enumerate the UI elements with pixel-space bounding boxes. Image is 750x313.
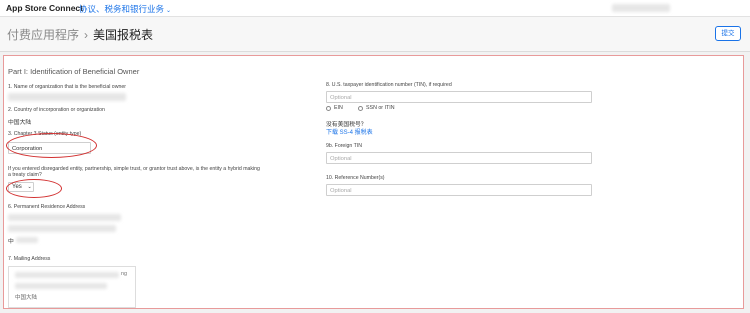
mailing-address-label: 7. Mailing Address: [8, 256, 51, 262]
permanent-address-fragment: 中: [8, 239, 14, 245]
app-brand[interactable]: App Store Connect: [6, 3, 83, 13]
part-title: Part I: Identification of Beneficial Own…: [8, 67, 140, 76]
redacted-org-name: [8, 93, 126, 101]
reference-input[interactable]: Optional: [326, 184, 592, 196]
tax-form-panel: Part I: Identification of Beneficial Own…: [3, 55, 744, 309]
chapter3-label: 3. Chapter 3 Status (entity type): [8, 131, 82, 137]
foreign-tin-label: 9b. Foreign TIN: [326, 143, 362, 149]
tin-label: 8. U.S. taxpayer identification number (…: [326, 82, 452, 88]
breadcrumb: 付费应用程序 › 美国报税表: [7, 26, 153, 43]
org-name-label: 1. Name of organization that is the bene…: [8, 84, 126, 90]
radio-circle: [358, 105, 363, 111]
hybrid-select-value: Yes: [12, 184, 22, 190]
foreign-tin-input[interactable]: Optional: [326, 152, 592, 164]
chevron-down-icon: ⌄: [166, 8, 172, 14]
agreements-menu[interactable]: 协议、税务和银行业务 ⌄: [79, 3, 171, 15]
mailing-fragment: ng: [121, 271, 128, 277]
redacted-mailing-line: [15, 272, 119, 278]
radio-ssn-label: SSN or ITIN: [366, 105, 395, 111]
chapter3-input[interactable]: Corporation: [8, 142, 91, 154]
radio-ein[interactable]: EIN: [326, 105, 343, 111]
download-ss4-link[interactable]: 下载 SS-4 报税表: [326, 127, 373, 136]
redacted-address-line: [8, 214, 121, 221]
hybrid-label-line1: If you entered disregarded entity, partn…: [8, 166, 260, 172]
permanent-address-label: 6. Permanent Residence Address: [8, 204, 86, 210]
tin-input[interactable]: Optional: [326, 91, 592, 103]
page-header: 付费应用程序 › 美国报税表 提交: [0, 17, 750, 52]
agreements-menu-label: 协议、税务和银行业务: [79, 4, 165, 14]
page-title: 美国报税表: [93, 28, 154, 42]
redacted-account: [612, 4, 670, 12]
reference-label: 10. Reference Number(s): [326, 175, 385, 181]
radio-ssn[interactable]: SSN or ITIN: [358, 105, 395, 111]
radio-ein-label: EIN: [334, 105, 343, 111]
mailing-address-box[interactable]: ng 中国大陆: [8, 266, 136, 308]
breadcrumb-separator: ›: [84, 28, 89, 42]
hybrid-select[interactable]: Yes ⌄: [8, 182, 34, 192]
redacted-mailing-line: [15, 283, 107, 289]
hybrid-label-line2: a treaty claim?: [8, 172, 42, 178]
mailing-country: 中国大陆: [15, 295, 38, 301]
radio-circle: [326, 105, 331, 111]
country-label: 2. Country of incorporation or organizat…: [8, 107, 105, 113]
top-bar: App Store Connect 协议、税务和银行业务 ⌄: [0, 0, 750, 17]
country-value: 中国大陆: [8, 120, 32, 126]
chevron-down-icon: ⌄: [27, 184, 32, 190]
breadcrumb-parent[interactable]: 付费应用程序: [7, 28, 79, 42]
redacted-address-line: [8, 225, 116, 232]
submit-button[interactable]: 提交: [715, 26, 741, 41]
redacted-address-line: [16, 237, 38, 243]
